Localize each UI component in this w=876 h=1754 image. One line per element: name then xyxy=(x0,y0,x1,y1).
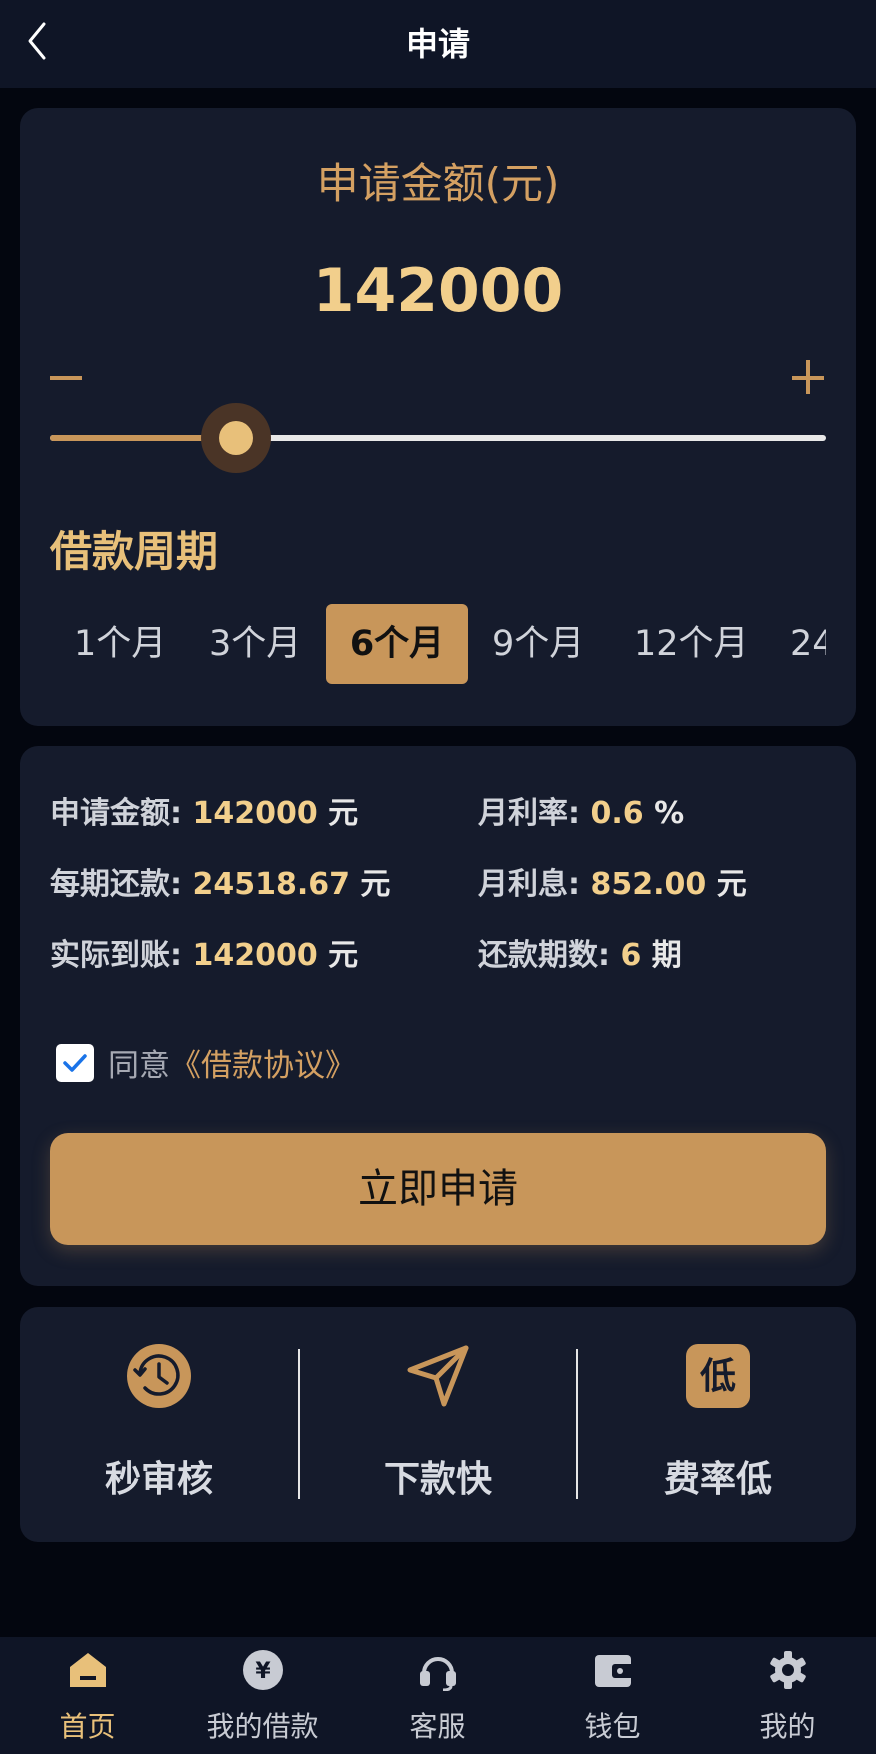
clock-history-icon xyxy=(127,1344,191,1408)
wallet-icon xyxy=(595,1655,634,1687)
top-bar: 申请 xyxy=(0,0,876,88)
period-tabs: 1个月 3个月 6个月 9个月 12个月 24个月 xyxy=(50,604,826,684)
headset-icon xyxy=(420,1657,456,1691)
svg-text:¥: ¥ xyxy=(255,1659,271,1684)
monthly-rate-row: 月利率: 0.6 % xyxy=(478,796,685,831)
bottom-tab-bar: 首页 ¥ 我的借款 客服 钱包 我的 xyxy=(0,1637,876,1754)
amount-slider-thumb[interactable] xyxy=(219,421,254,455)
home-icon xyxy=(70,1653,106,1687)
loan-agreement-link[interactable]: 《借款协议》 xyxy=(170,1048,356,1084)
apply-amount-row: 申请金额: 142000 元 xyxy=(50,796,359,831)
page-title: 申请 xyxy=(405,25,470,63)
tab-12-months[interactable]: 12个月 xyxy=(634,604,749,684)
tabbar-wallet[interactable]: 钱包 xyxy=(525,1637,700,1754)
feature-fast-payout: 下款快 xyxy=(298,1342,578,1512)
monthly-rate-value: 0.6 xyxy=(590,796,644,831)
feature-low-rate: 低 费率低 xyxy=(578,1342,858,1512)
monthly-interest-value: 852.00 xyxy=(590,867,707,902)
actual-received-value: 142000 xyxy=(192,938,318,973)
decrease-button[interactable] xyxy=(48,357,84,397)
tabbar-my-loans[interactable]: ¥ 我的借款 xyxy=(175,1637,350,1754)
yen-icon: ¥ xyxy=(243,1650,283,1690)
send-icon xyxy=(407,1345,469,1407)
tab-9-months[interactable]: 9个月 xyxy=(492,604,584,684)
apply-amount-value: 142000 xyxy=(192,796,318,831)
tab-1-month[interactable]: 1个月 xyxy=(74,604,166,684)
repayment-periods-row: 还款期数: 6 期 xyxy=(478,938,682,973)
tab-6-months[interactable]: 6个月 xyxy=(326,604,468,684)
feature-fast-review: 秒审核 xyxy=(19,1342,299,1512)
tab-24-months[interactable]: 24个月 xyxy=(790,604,826,684)
monthly-interest-row: 月利息: 852.00 元 xyxy=(478,867,747,902)
agreement-checkbox[interactable] xyxy=(56,1044,94,1082)
actual-received-row: 实际到账: 142000 元 xyxy=(50,938,359,973)
tabbar-mine[interactable]: 我的 xyxy=(700,1637,875,1754)
increase-button[interactable] xyxy=(790,357,826,397)
amount-label: 申请金额(元) xyxy=(316,159,560,208)
per-payment-value: 24518.67 xyxy=(192,867,350,902)
agreement-text: 同意《借款协议》 xyxy=(108,1048,356,1084)
repayment-periods-value: 6 xyxy=(620,938,642,973)
apply-now-button[interactable]: 立即申请 xyxy=(50,1133,826,1245)
tab-3-months[interactable]: 3个月 xyxy=(209,604,301,684)
tabbar-home[interactable]: 首页 xyxy=(0,1637,175,1754)
gear-icon xyxy=(770,1651,806,1689)
tabbar-customer-service[interactable]: 客服 xyxy=(350,1637,525,1754)
loan-period-title: 借款周期 xyxy=(50,527,219,576)
amount-value: 142000 xyxy=(312,256,564,326)
svg-text:低: 低 xyxy=(700,1356,736,1397)
low-badge-icon: 低 xyxy=(686,1344,750,1408)
per-payment-row: 每期还款: 24518.67 元 xyxy=(50,867,391,902)
